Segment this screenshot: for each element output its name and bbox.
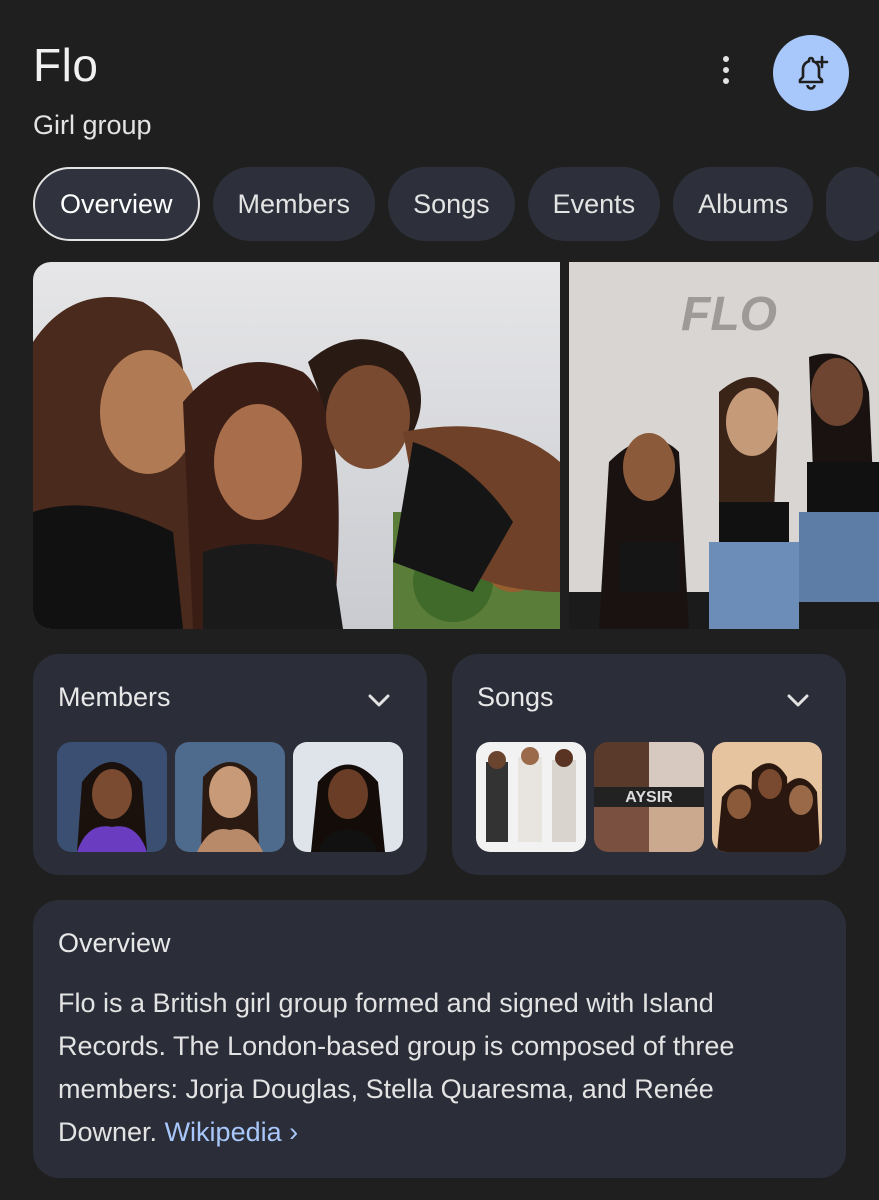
tab-overview[interactable]: Overview [33, 167, 200, 241]
flo-logo-text: FLO [681, 288, 777, 341]
chevron-down-icon[interactable] [784, 686, 812, 714]
overview-text: Flo is a British girl group formed and s… [58, 988, 735, 1147]
songs-card[interactable]: Songs AYSIR [452, 654, 846, 875]
overview-card: Overview Flo is a British girl group for… [33, 900, 846, 1178]
song-thumbnails: AYSIR [476, 742, 822, 852]
page-title: Flo [33, 39, 99, 91]
members-card-title: Members [58, 682, 171, 712]
member-thumb-2[interactable] [175, 742, 285, 852]
songs-card-title: Songs [477, 682, 554, 712]
overview-card-title: Overview [58, 928, 171, 958]
song-thumb-3[interactable] [712, 742, 822, 852]
tab-bar: Overview Members Songs Events Albums [33, 167, 879, 241]
group-photo-2[interactable]: FLO [569, 262, 879, 629]
member-thumbnails [57, 742, 403, 852]
knowledge-panel: Flo Girl group Overview Members Songs Event… [0, 0, 879, 1200]
tab-songs[interactable]: Songs [388, 167, 515, 241]
song-thumb-1[interactable] [476, 742, 586, 852]
tab-more[interactable] [826, 167, 879, 241]
chevron-down-icon[interactable] [365, 686, 393, 714]
overview-description: Flo is a British girl group formed and s… [58, 982, 818, 1154]
tab-events[interactable]: Events [527, 167, 661, 241]
tab-albums[interactable]: Albums [673, 167, 814, 241]
more-vert-icon [723, 56, 729, 62]
song-thumb-2[interactable]: AYSIR [594, 742, 704, 852]
wikipedia-link[interactable]: Wikipedia › [165, 1117, 299, 1147]
bell-plus-icon [798, 55, 829, 90]
more-options-button[interactable] [706, 50, 746, 90]
member-thumb-1[interactable] [57, 742, 167, 852]
tab-members[interactable]: Members [212, 167, 376, 241]
page-subtitle: Girl group [33, 110, 152, 140]
image-carousel: FLO [33, 262, 879, 629]
follow-notification-button[interactable] [773, 35, 849, 111]
member-thumb-3[interactable] [293, 742, 403, 852]
svg-text:AYSIR: AYSIR [625, 789, 673, 806]
group-photo-1[interactable] [33, 262, 560, 629]
members-card[interactable]: Members [33, 654, 427, 875]
